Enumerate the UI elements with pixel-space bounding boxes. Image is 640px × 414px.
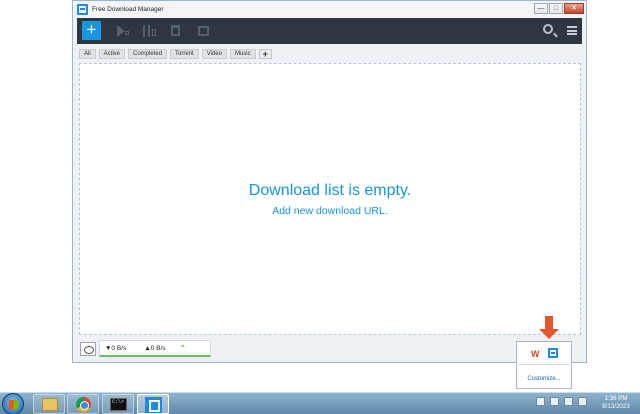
filter-active[interactable]: Active xyxy=(98,49,126,59)
chevron-up-icon[interactable]: ⌃ xyxy=(180,344,187,353)
tray-app-icon[interactable]: W xyxy=(531,349,540,359)
taskbar-explorer[interactable] xyxy=(33,394,65,414)
folder-icon xyxy=(42,398,58,411)
add-download-button[interactable]: + xyxy=(82,21,101,40)
start-button[interactable] xyxy=(2,393,24,414)
maximize-button[interactable]: □ xyxy=(549,3,563,14)
taskbar-chrome[interactable] xyxy=(67,394,99,414)
system-tray xyxy=(536,397,587,406)
add-filter-button[interactable]: + xyxy=(258,49,272,59)
empty-list-message: Download list is empty. xyxy=(248,182,412,199)
network-icon[interactable] xyxy=(564,397,573,406)
window-controls: — □ ✕ xyxy=(534,3,584,14)
pause-icon[interactable] xyxy=(143,25,150,37)
move-to-folder-icon[interactable] xyxy=(198,26,209,36)
speed-mode-icon[interactable] xyxy=(80,342,96,356)
upload-speed: ▲0 B/s xyxy=(144,344,166,352)
clock[interactable]: 1:36 PM 8/13/2023 xyxy=(595,395,637,411)
clock-time: 1:36 PM xyxy=(604,395,628,402)
popup-divider xyxy=(519,364,569,365)
hamburger-menu-icon[interactable] xyxy=(567,26,577,35)
download-list-area[interactable]: Download list is empty. Add new download… xyxy=(79,63,581,335)
filter-completed[interactable]: Completed xyxy=(128,49,168,59)
pause-icon-detail xyxy=(152,29,156,36)
resume-icon-detail xyxy=(125,31,129,35)
add-download-url-link[interactable]: Add new download URL. xyxy=(80,205,580,217)
fdm-window: Free Download Manager — □ ✕ + All Active… xyxy=(72,0,587,363)
fdm-tray-icon[interactable] xyxy=(548,348,558,358)
command-prompt-icon xyxy=(110,398,127,411)
close-button[interactable]: ✕ xyxy=(564,3,584,14)
filter-tabs: All Active Completed Torrent Video Music… xyxy=(79,49,272,59)
volume-icon[interactable] xyxy=(578,397,587,406)
speed-indicator[interactable]: ▼0 B/s ▲0 B/s ⌃ xyxy=(99,340,211,357)
resume-icon[interactable] xyxy=(117,25,125,37)
tray-overflow-popup: W Customize... xyxy=(516,341,572,389)
taskbar-cmd[interactable] xyxy=(102,394,134,414)
fdm-taskbar-icon xyxy=(145,397,162,413)
filter-all[interactable]: All xyxy=(79,49,96,59)
delete-icon[interactable] xyxy=(171,25,180,36)
status-bar: ▼0 B/s ▲0 B/s ⌃ xyxy=(77,339,582,359)
filter-video[interactable]: Video xyxy=(201,49,227,59)
search-icon[interactable] xyxy=(543,24,553,34)
main-toolbar: + xyxy=(77,18,582,44)
title-bar[interactable]: Free Download Manager — □ ✕ xyxy=(73,1,586,18)
pointer-arrow-shaft xyxy=(545,316,553,330)
chrome-icon xyxy=(76,397,91,412)
filter-music[interactable]: Music xyxy=(229,49,256,59)
download-speed: ▼0 B/s xyxy=(105,344,127,352)
desktop: Free Download Manager — □ ✕ + All Active… xyxy=(0,0,640,414)
clock-date: 8/13/2023 xyxy=(602,403,630,410)
taskbar-fdm[interactable] xyxy=(137,394,169,414)
show-hidden-icons-icon[interactable] xyxy=(536,397,545,406)
fdm-app-icon xyxy=(77,4,88,15)
filter-torrent[interactable]: Torrent xyxy=(170,49,199,59)
action-center-icon[interactable] xyxy=(550,397,559,406)
pointer-arrow-icon xyxy=(539,329,559,339)
taskbar: 1:36 PM 8/13/2023 xyxy=(0,392,640,414)
window-title: Free Download Manager xyxy=(92,6,164,13)
minimize-button[interactable]: — xyxy=(534,3,548,14)
customize-link[interactable]: Customize... xyxy=(517,376,571,382)
